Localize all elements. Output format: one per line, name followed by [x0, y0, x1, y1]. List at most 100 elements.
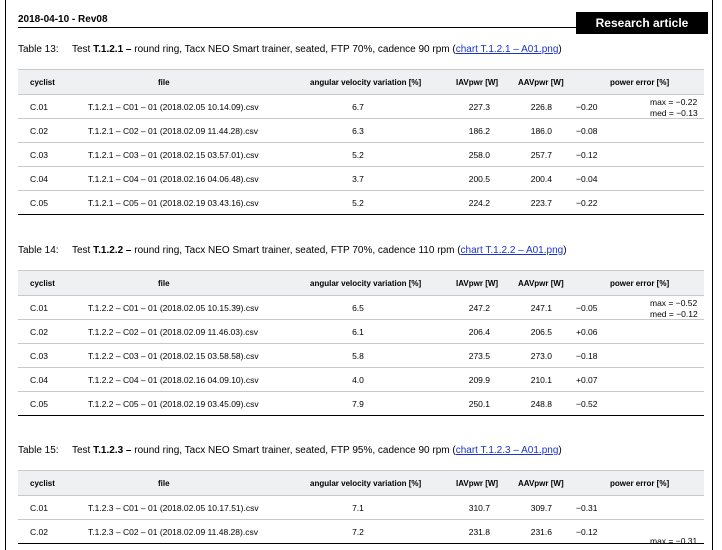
col-aavpwr: AAVpwr [W]	[518, 278, 564, 288]
cell-cyclist: C.02	[30, 526, 48, 537]
cell-cyclist: C.04	[30, 374, 48, 385]
table-row: C.03 T.1.2.2 – C03 – 01 (2018.02.15 03.58…	[18, 344, 704, 368]
chart-link[interactable]: chart T.1.2.1 – A01.png	[456, 44, 559, 55]
cell-cyclist: C.01	[30, 302, 48, 313]
table-row: C.04 T.1.2.2 – C04 – 01 (2018.02.16 04.09…	[18, 368, 704, 392]
col-iavpwr: IAVpwr [W]	[456, 278, 499, 288]
power-error-summary: max = −0.31	[650, 536, 697, 547]
test-id: T.1.2.3 –	[93, 445, 132, 456]
cell-cyclist: C.05	[30, 398, 48, 409]
table-caption: Table 14: Test T.1.2.2 – round ring, Tacx…	[18, 244, 704, 258]
cell-aavpwr: 210.1	[530, 374, 552, 385]
cell-file: T.1.2.2 – C04 – 01 (2018.02.16 04.09.10)…	[88, 374, 259, 385]
caption-description: round ring, Tacx NEO Smart trainer, seat…	[131, 44, 456, 55]
article-type-badge: Research article	[576, 12, 708, 34]
cell-angular: 6.3	[352, 125, 364, 136]
summary-max: max = −0.52	[650, 298, 698, 308]
cell-file: T.1.2.2 – C02 – 01 (2018.02.09 11.46.03)…	[88, 326, 258, 337]
cell-angular: 5.8	[352, 350, 364, 361]
chart-link[interactable]: chart T.1.2.2 – A01.png	[461, 245, 564, 256]
table-header: cyclist file angular velocity variation …	[18, 470, 704, 496]
cell-file: T.1.2.1 – C02 – 01 (2018.02.09 11.44.28)…	[88, 125, 258, 136]
cell-angular: 6.1	[352, 326, 364, 337]
cell-aavpwr: 248.8	[530, 398, 552, 409]
col-power-error: power error [%]	[610, 478, 670, 488]
date-revision: 2018-04-10 - Rev08	[18, 14, 108, 25]
col-aavpwr: AAVpwr [W]	[518, 478, 564, 488]
cell-power-error: −0.12	[576, 149, 598, 160]
cell-file: T.1.2.1 – C03 – 01 (2018.02.15 03.57.01)…	[88, 149, 259, 160]
chart-link[interactable]: chart T.1.2.3 – A01.png	[456, 445, 559, 456]
caption-description: round ring, Tacx NEO Smart trainer, seat…	[131, 445, 456, 456]
table-caption: Table 15: Test T.1.2.3 – round ring, Tacx…	[18, 444, 704, 458]
header-rule	[18, 27, 577, 28]
cell-cyclist: C.01	[30, 502, 48, 513]
cell-aavpwr: 257.7	[530, 149, 552, 160]
col-file: file	[158, 77, 170, 87]
cell-power-error: −0.31	[576, 502, 598, 513]
cell-angular: 6.7	[352, 101, 364, 112]
cell-iavpwr: 227.3	[468, 101, 490, 112]
cell-angular: 5.2	[352, 197, 364, 208]
cell-file: T.1.2.2 – C01 – 01 (2018.02.05 10.15.39)…	[88, 302, 259, 313]
cell-power-error: +0.06	[576, 326, 598, 337]
cell-aavpwr: 226.8	[530, 101, 552, 112]
table-header: cyclist file angular velocity variation …	[18, 69, 704, 95]
cell-power-error: −0.20	[576, 101, 598, 112]
cell-aavpwr: 247.1	[530, 302, 552, 313]
cell-power-error: −0.08	[576, 125, 598, 136]
summary-med: med = −0.13	[650, 108, 698, 118]
cell-cyclist: C.02	[30, 326, 48, 337]
cell-cyclist: C.01	[30, 101, 48, 112]
table-body: C.01 T.1.2.1 – C01 – 01 (2018.02.05 10.14…	[18, 95, 704, 215]
page-header: 2018-04-10 - Rev08 Research article	[18, 8, 710, 34]
cell-power-error: +0.07	[576, 374, 598, 385]
table-header: cyclist file angular velocity variation …	[18, 270, 704, 296]
cell-aavpwr: 200.4	[530, 173, 552, 184]
cell-angular: 3.7	[352, 173, 364, 184]
table-row: C.05 T.1.2.1 – C05 – 01 (2018.02.19 03.43…	[18, 191, 704, 215]
table-row: C.01 T.1.2.2 – C01 – 01 (2018.02.05 10.15…	[18, 296, 704, 320]
cell-cyclist: C.04	[30, 173, 48, 184]
cell-iavpwr: 206.4	[468, 326, 490, 337]
caption-suffix: )	[558, 44, 562, 55]
cell-aavpwr: 231.6	[530, 526, 552, 537]
col-iavpwr: IAVpwr [W]	[456, 77, 499, 87]
caption-description: round ring, Tacx NEO Smart trainer, seat…	[131, 245, 461, 256]
table-row: C.04 T.1.2.1 – C04 – 01 (2018.02.16 04.06…	[18, 167, 704, 191]
table-label: Table 14:	[18, 245, 59, 256]
cell-iavpwr: 258.0	[468, 149, 490, 160]
col-power-error: power error [%]	[610, 278, 670, 288]
col-cyclist: cyclist	[30, 478, 55, 488]
cell-file: T.1.2.2 – C03 – 01 (2018.02.15 03.58.58)…	[88, 350, 259, 361]
cell-angular: 7.2	[352, 526, 364, 537]
cell-file: T.1.2.3 – C01 – 01 (2018.02.05 10.17.51)…	[88, 502, 259, 513]
summary-max: max = −0.22	[650, 97, 698, 107]
power-error-summary: max = −0.22 med = −0.13	[650, 97, 698, 119]
cell-file: T.1.2.1 – C05 – 01 (2018.02.19 03.43.16)…	[88, 197, 259, 208]
cell-angular: 6.5	[352, 302, 364, 313]
col-file: file	[158, 278, 170, 288]
cell-file: T.1.2.2 – C05 – 01 (2018.02.19 03.45.09)…	[88, 398, 259, 409]
col-cyclist: cyclist	[30, 278, 55, 288]
cell-power-error: −0.22	[576, 197, 598, 208]
caption-suffix: )	[563, 245, 567, 256]
cell-file: T.1.2.1 – C01 – 01 (2018.02.05 10.14.09)…	[88, 101, 259, 112]
col-iavpwr: IAVpwr [W]	[456, 478, 499, 488]
cell-iavpwr: 186.2	[468, 125, 490, 136]
table-label: Table 15:	[18, 445, 59, 456]
cell-cyclist: C.03	[30, 350, 48, 361]
cell-iavpwr: 200.5	[468, 173, 490, 184]
cell-angular: 4.0	[352, 374, 364, 385]
table-body: C.01 T.1.2.2 – C01 – 01 (2018.02.05 10.15…	[18, 296, 704, 416]
table-label: Table 13:	[18, 44, 59, 55]
cell-power-error: −0.04	[576, 173, 598, 184]
cell-iavpwr: 209.9	[468, 374, 490, 385]
power-error-summary: max = −0.52 med = −0.12	[650, 298, 698, 320]
table-13: Table 13: Test T.1.2.1 – round ring, Tacx…	[18, 43, 704, 215]
cell-iavpwr: 250.1	[468, 398, 490, 409]
caption-prefix: Test	[72, 245, 94, 256]
table-row: C.01 T.1.2.3 – C01 – 01 (2018.02.05 10.17…	[18, 496, 704, 520]
table-caption: Table 13: Test T.1.2.1 – round ring, Tacx…	[18, 43, 704, 57]
caption-suffix: )	[558, 445, 562, 456]
